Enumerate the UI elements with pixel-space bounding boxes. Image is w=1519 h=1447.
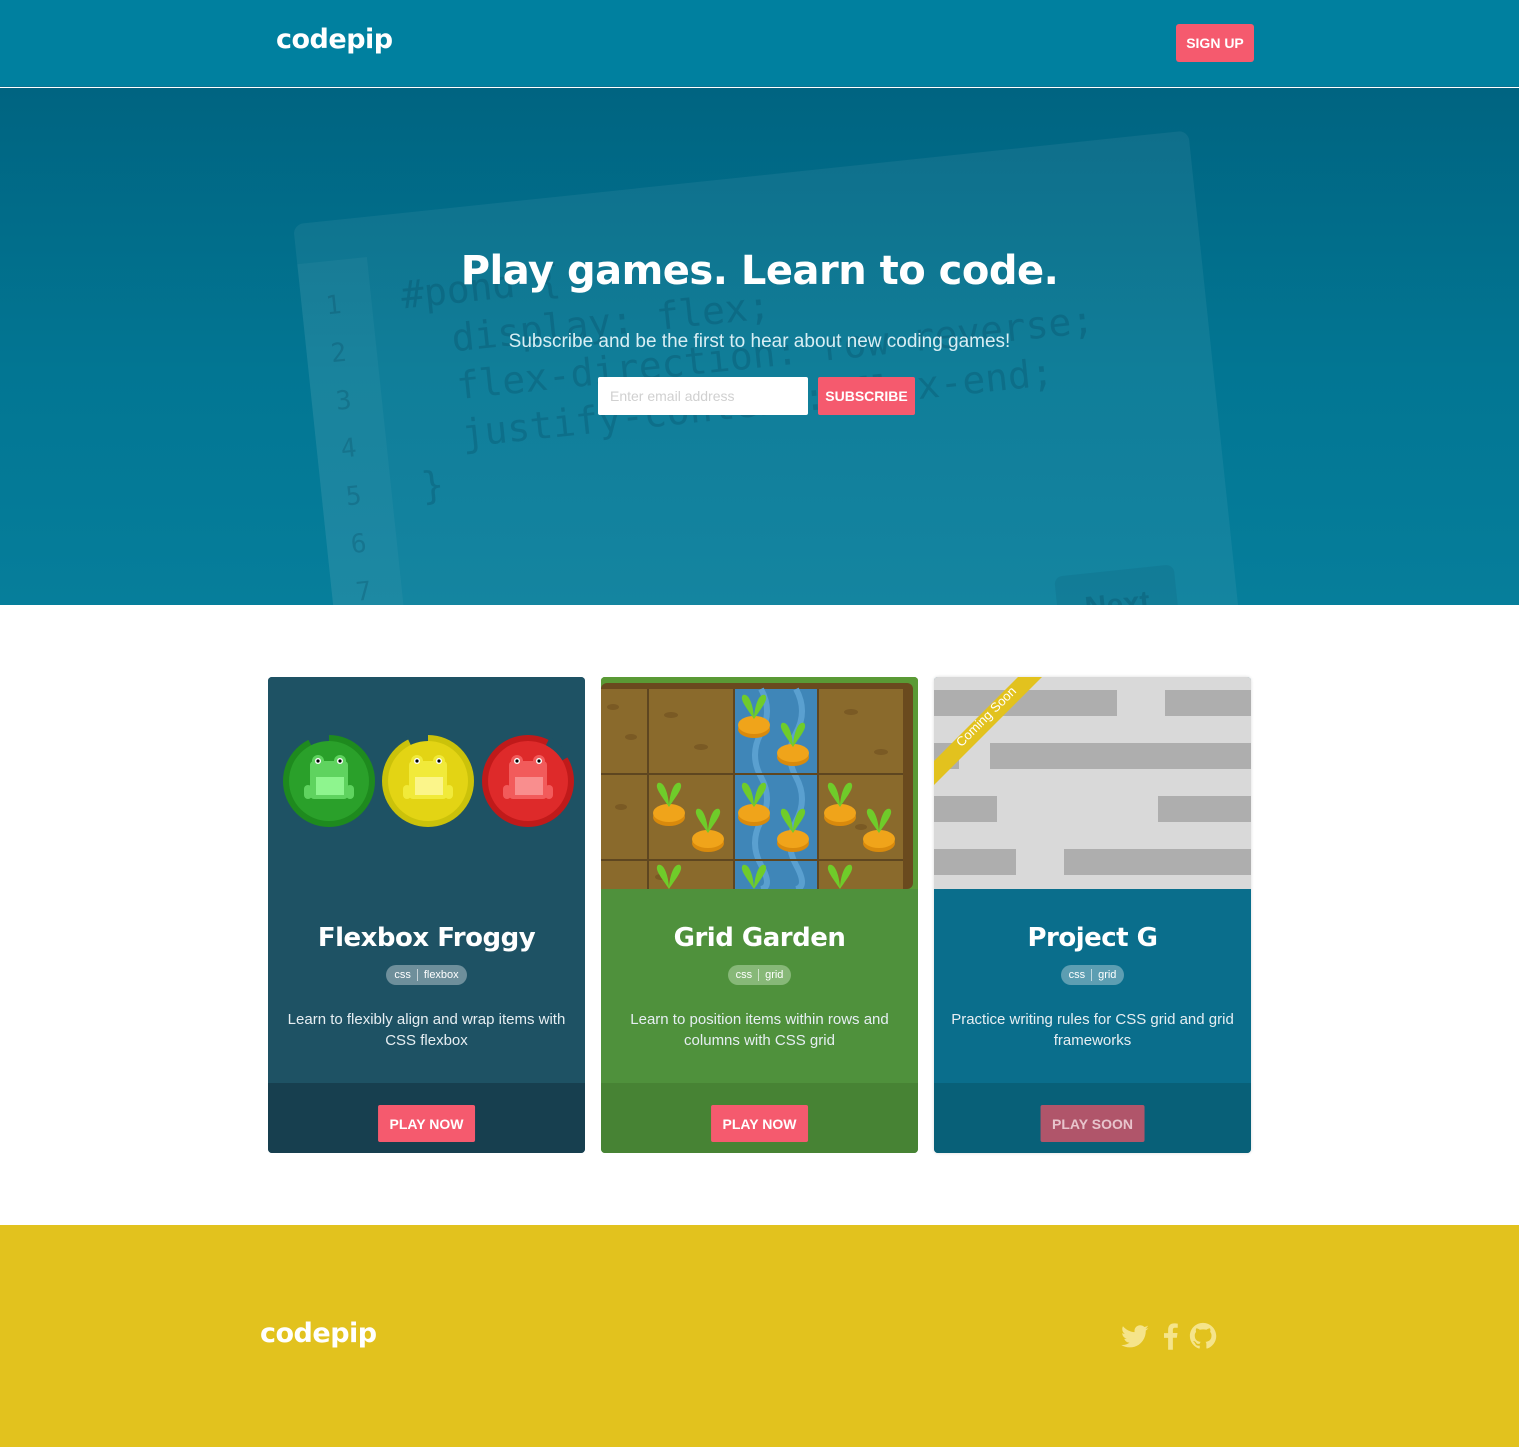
- tag-css: css: [1068, 969, 1086, 981]
- facebook-icon: [1164, 1323, 1178, 1350]
- card-description: Learn to position items within rows and …: [630, 1011, 889, 1049]
- facebook-link[interactable]: [1156, 1321, 1186, 1351]
- game-card-project-g[interactable]: Coming Soon Project G css grid Practice …: [934, 677, 1251, 1153]
- card-tags: css grid: [934, 965, 1251, 985]
- tag-pill: css flexbox: [386, 965, 467, 985]
- tag-grid: grid: [1098, 969, 1117, 981]
- github-icon: [1189, 1322, 1217, 1349]
- play-now-button[interactable]: PLAY NOW: [710, 1105, 809, 1142]
- card-footer: PLAY NOW: [601, 1083, 918, 1153]
- card-tags: css flexbox: [268, 965, 585, 985]
- play-soon-button: PLAY SOON: [1040, 1105, 1145, 1142]
- card-footer: PLAY SOON: [934, 1083, 1251, 1153]
- tag-pill: css grid: [727, 965, 792, 985]
- tag-css: css: [394, 969, 411, 981]
- grid-garden-illustration: [601, 677, 918, 889]
- play-now-button[interactable]: PLAY NOW: [377, 1105, 476, 1142]
- twitter-link[interactable]: [1120, 1321, 1150, 1351]
- tag-divider: [758, 969, 760, 981]
- card-tags: css grid: [601, 965, 918, 985]
- card-description: Learn to flexibly align and wrap items w…: [287, 1011, 566, 1049]
- garden-grid-icon: [601, 677, 918, 889]
- tag-divider: [1091, 969, 1093, 981]
- line-number: 6: [349, 528, 369, 561]
- tag-pill: css grid: [1060, 965, 1125, 985]
- editor-next-button: Next: [1054, 564, 1181, 605]
- line-number: 3: [334, 385, 354, 417]
- card-description: Practice writing rules for CSS grid and …: [951, 1011, 1234, 1049]
- editor-gutter: 1 2 3 4 5 6 7: [297, 256, 420, 605]
- card-title: Project G: [1027, 923, 1158, 953]
- site-footer: codepip: [0, 1225, 1519, 1447]
- card-title: Flexbox Froggy: [317, 923, 536, 953]
- flexbox-froggy-illustration: [268, 677, 585, 889]
- hero-title: Play games. Learn to code.: [460, 248, 1059, 294]
- line-number: 7: [354, 576, 374, 605]
- line-number: 1: [324, 289, 343, 322]
- footer-logo[interactable]: codepip: [260, 1318, 377, 1349]
- tag-divider: [416, 969, 418, 981]
- site-header: codepip SIGN UP: [0, 0, 1519, 87]
- card-footer: PLAY NOW: [268, 1083, 585, 1153]
- line-number: 5: [344, 480, 364, 513]
- code-line: }: [418, 462, 447, 509]
- card-title: Grid Garden: [673, 923, 846, 953]
- hero-editor-illustration: 1 2 3 4 5 6 7 #pond { display: flex; fle…: [253, 130, 1246, 605]
- game-card-flexbox-froggy[interactable]: Flexbox Froggy css flexbox Learn to flex…: [268, 677, 585, 1153]
- hero-subtitle: Subscribe and be the first to hear about…: [508, 331, 1011, 352]
- frogs-on-lilypads-icon: [283, 733, 574, 827]
- line-number: 4: [339, 433, 359, 465]
- subscribe-button[interactable]: SUBSCRIBE: [818, 377, 915, 415]
- editor-panel: 1 2 3 4 5 6 7 #pond { display: flex; fle…: [293, 130, 1245, 605]
- hero-section: 1 2 3 4 5 6 7 #pond { display: flex; fle…: [0, 88, 1519, 605]
- tag-grid: grid: [765, 969, 784, 981]
- game-card-grid-garden[interactable]: Grid Garden css grid Learn to position i…: [601, 677, 918, 1153]
- tag-flexbox: flexbox: [423, 969, 459, 981]
- github-link[interactable]: [1188, 1321, 1218, 1351]
- header-logo[interactable]: codepip: [276, 24, 393, 55]
- project-g-illustration: Coming Soon: [934, 677, 1251, 889]
- tag-css: css: [735, 969, 753, 981]
- email-input[interactable]: [598, 377, 808, 415]
- signup-button[interactable]: SIGN UP: [1176, 24, 1254, 62]
- twitter-icon: [1121, 1325, 1149, 1348]
